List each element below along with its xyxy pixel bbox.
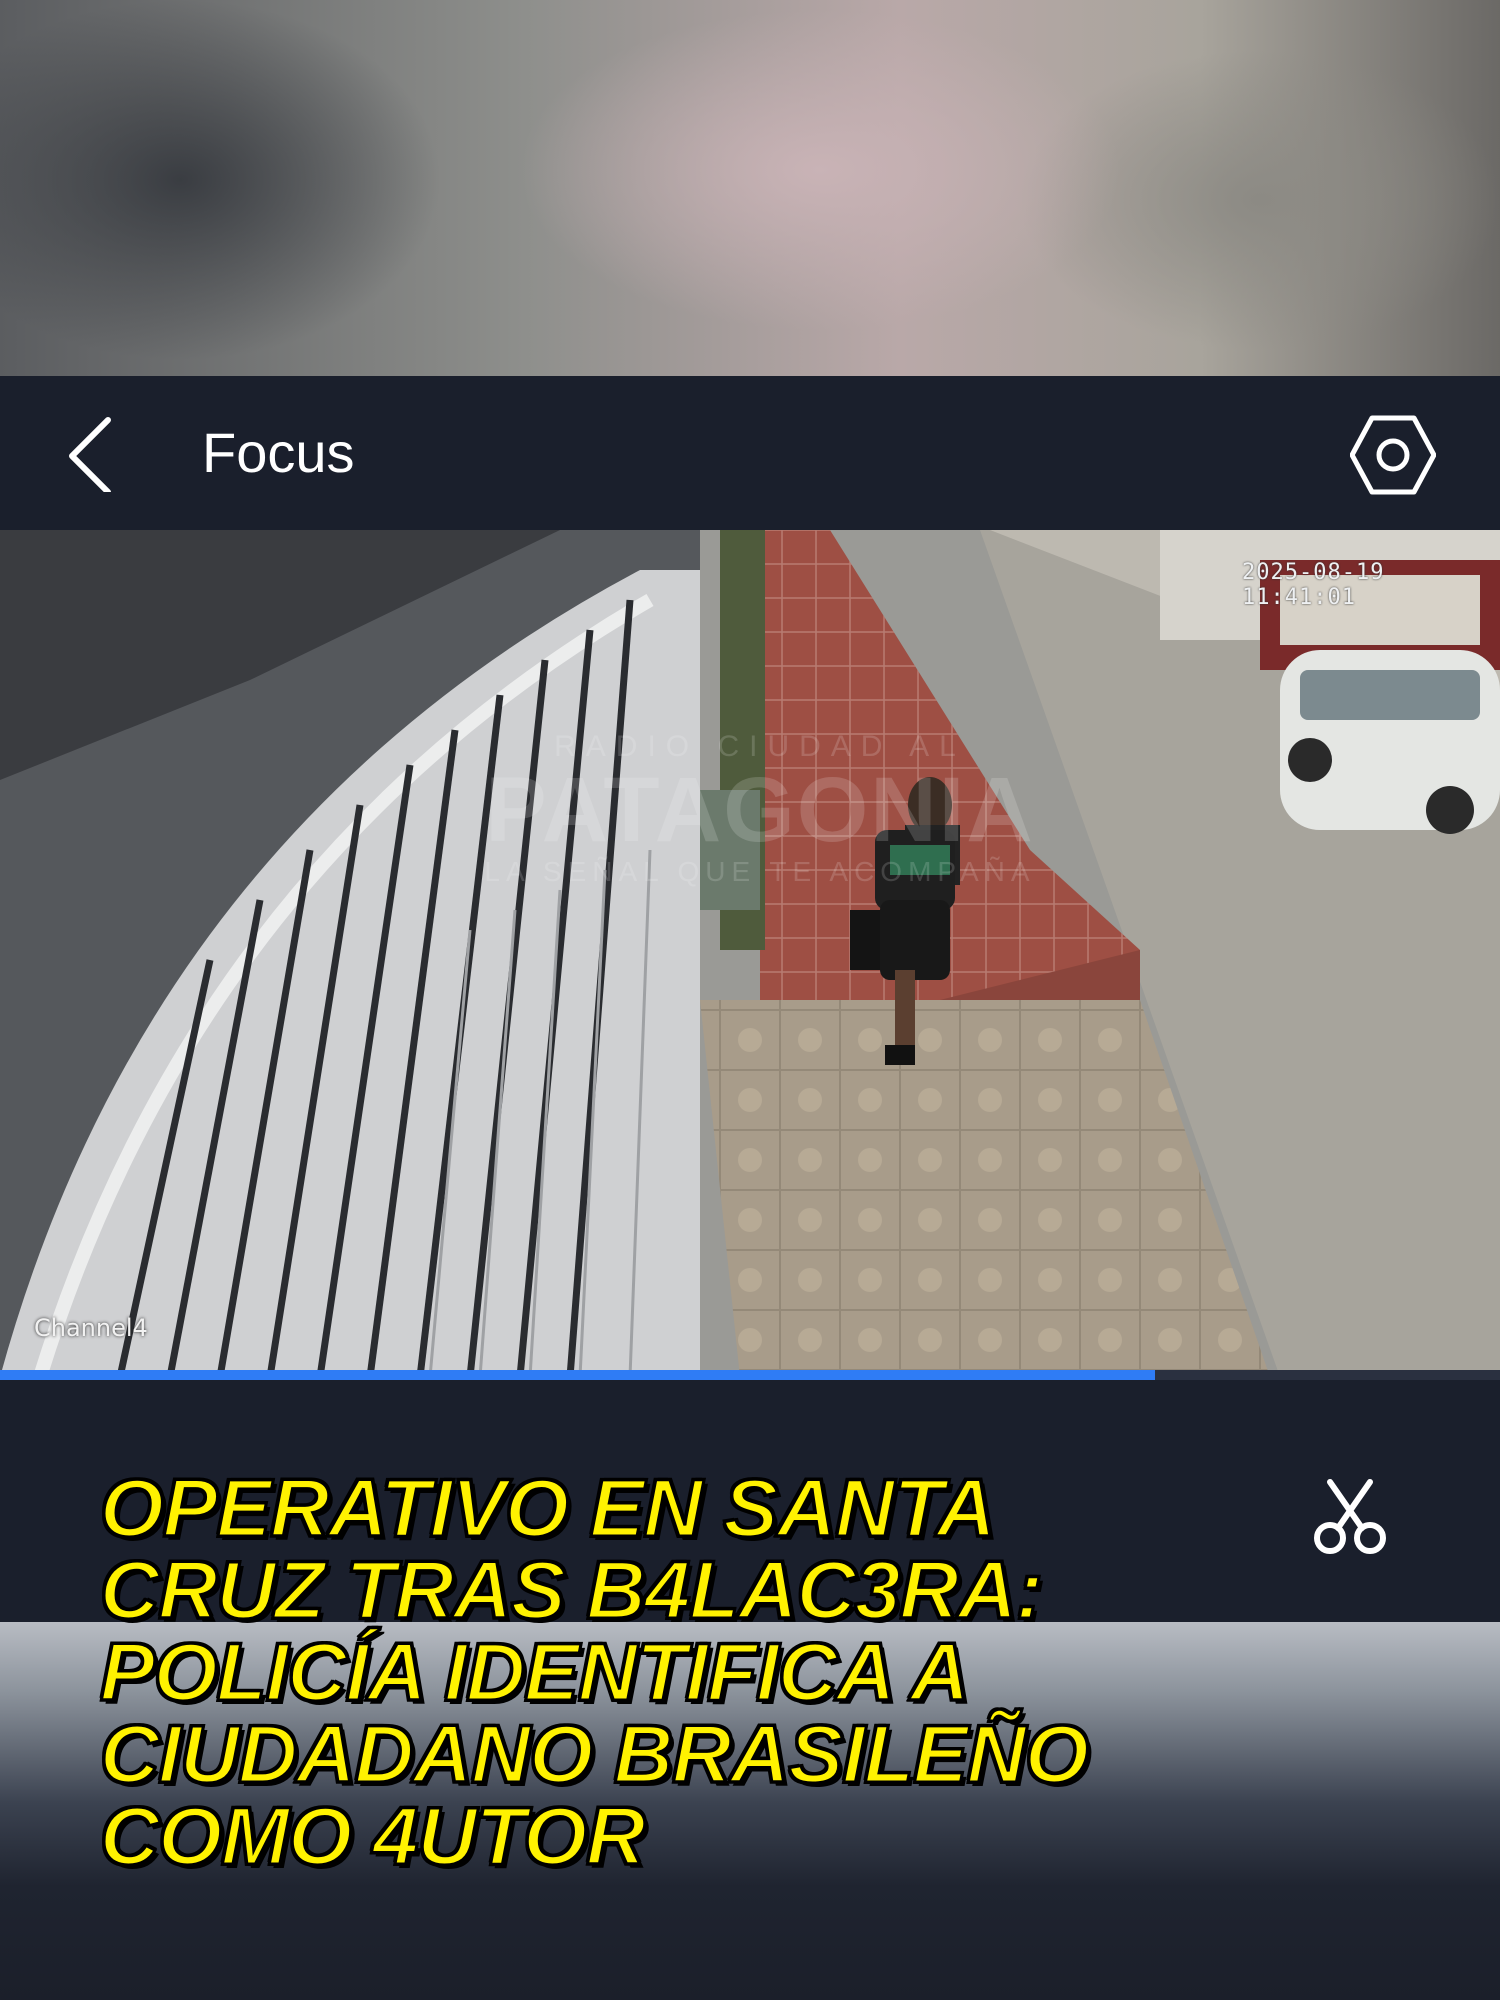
video-timestamp: 2025-08-19 11:41:01 xyxy=(1242,560,1385,610)
scissors-icon xyxy=(1314,1479,1386,1554)
headline-line-3: POLICÍA IDENTIFICA A xyxy=(99,1627,971,1718)
app-header: Focus xyxy=(0,376,1500,530)
blurred-background-top xyxy=(0,0,1500,376)
headline-line-1: OPERATIVO EN SANTA xyxy=(99,1463,998,1554)
watermark-line-2: PATAGONIA xyxy=(485,759,1035,861)
news-headline: OPERATIVO EN SANTA CRUZ TRAS B4LAC3RA: P… xyxy=(99,1463,1300,1882)
chevron-left-icon xyxy=(69,417,111,495)
camera-video-feed[interactable]: RADIO CIUDAD AL PATAGONIA LA SEÑAL QUE T… xyxy=(0,530,1500,1377)
video-watermark: RADIO CIUDAD AL PATAGONIA LA SEÑAL QUE T… xyxy=(420,730,1100,888)
page-title: Focus xyxy=(202,421,355,484)
camera-scene-image xyxy=(0,530,1500,1377)
clip-button[interactable] xyxy=(1310,1476,1390,1556)
channel-label: Channel4 xyxy=(34,1314,148,1342)
playback-progress-fill xyxy=(0,1370,1155,1380)
headline-line-4: CIUDADANO BRASILEÑO xyxy=(99,1709,1091,1800)
watermark-line-3: LA SEÑAL QUE TE ACOMPAÑA xyxy=(484,856,1036,887)
headline-line-5: COMO 4UTOR xyxy=(99,1791,647,1882)
back-button[interactable] xyxy=(58,412,138,495)
settings-button[interactable] xyxy=(1349,412,1437,498)
playback-progress-bar[interactable] xyxy=(0,1370,1500,1380)
headline-line-2: CRUZ TRAS B4LAC3RA: xyxy=(99,1545,1045,1636)
hexagon-settings-icon xyxy=(1349,415,1437,495)
